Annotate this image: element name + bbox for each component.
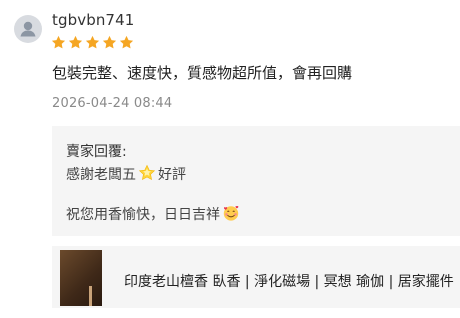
incense-stick-graphic: [89, 286, 92, 306]
seller-reply-text: 祝您用香愉快，日日吉祥: [66, 207, 220, 223]
star-icon: [119, 35, 134, 49]
seller-reply-text: 好評: [158, 167, 186, 183]
glowing-star-emoji-icon: [138, 164, 156, 186]
seller-reply-line-1: 感謝老闆五 好評: [66, 164, 186, 186]
user-avatar[interactable]: [14, 15, 42, 43]
review-timestamp: 2026-04-24 08:44: [52, 96, 173, 111]
product-card[interactable]: 印度老山檀香 臥香 | 淨化磁場 | 冥想 瑜伽 | 居家擺件: [52, 246, 460, 308]
smiling-face-with-hearts-emoji-icon: [222, 204, 240, 226]
seller-reply-title: 賣家回覆:: [66, 144, 127, 160]
product-thumbnail[interactable]: [60, 250, 102, 306]
star-icon: [85, 35, 100, 49]
star-icon: [51, 35, 66, 49]
username: tgbvbn741: [52, 11, 135, 29]
seller-reply-box: 賣家回覆: 感謝老闆五 好評 祝您用香愉快，日日吉祥: [52, 126, 460, 236]
rating-stars: [51, 35, 134, 50]
star-icon: [102, 35, 117, 49]
user-silhouette-icon: [20, 21, 36, 37]
review-text: 包裝完整、速度快，質感物超所值，會再回購: [52, 64, 353, 82]
seller-reply-text: 感謝老闆五: [66, 167, 136, 183]
star-icon: [68, 35, 83, 49]
seller-reply-line-2: 祝您用香愉快，日日吉祥: [66, 204, 242, 226]
product-title[interactable]: 印度老山檀香 臥香 | 淨化磁場 | 冥想 瑜伽 | 居家擺件: [124, 271, 454, 291]
